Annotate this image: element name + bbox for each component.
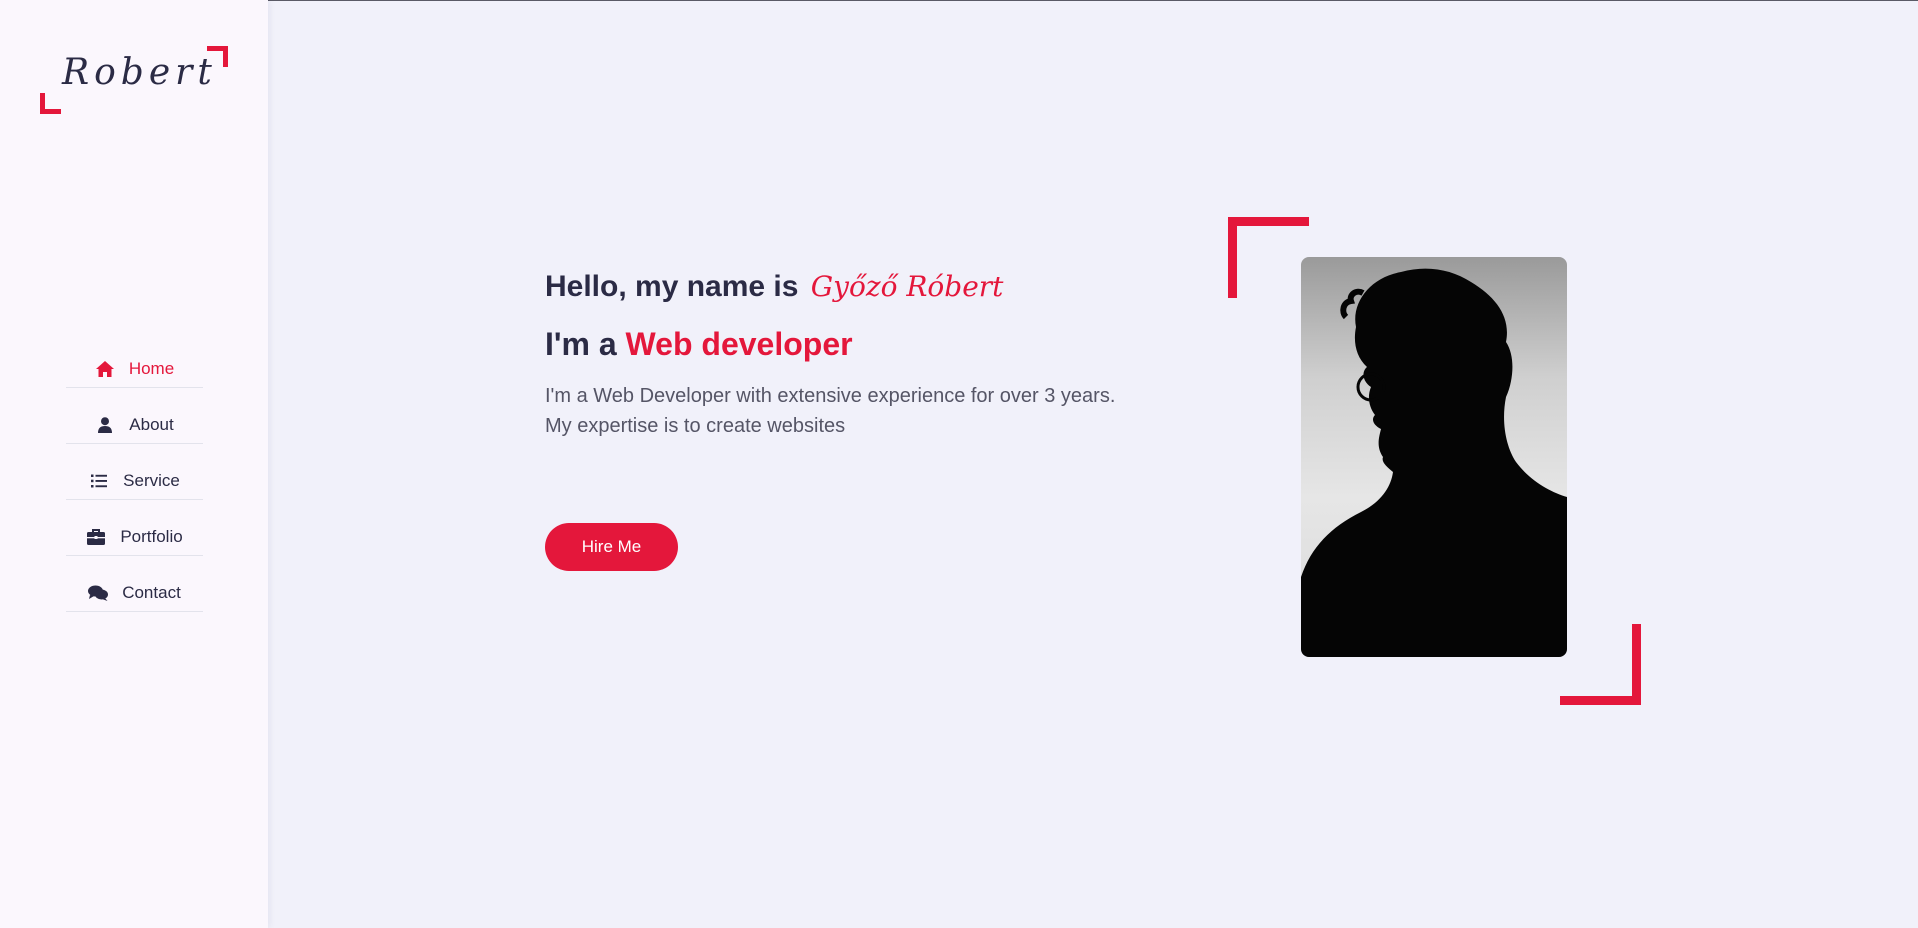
briefcase-icon bbox=[86, 527, 106, 547]
logo-bracket-bottom-left bbox=[40, 93, 61, 114]
role-title: Web developer bbox=[625, 326, 853, 362]
frame-corner-top-left bbox=[1228, 217, 1309, 298]
hire-me-button[interactable]: Hire Me bbox=[545, 523, 678, 571]
comments-icon bbox=[88, 583, 109, 603]
sidebar-item-service[interactable]: Service bbox=[66, 463, 203, 500]
sidebar-item-label: About bbox=[129, 415, 174, 434]
logo[interactable]: Robert bbox=[40, 46, 230, 114]
logo-text: Robert bbox=[62, 52, 217, 93]
description-line: My expertise is to create websites bbox=[545, 415, 846, 437]
sidebar-item-label: Portfolio bbox=[120, 527, 183, 546]
profile-photo bbox=[1301, 257, 1567, 657]
hero-section: Hello, my name is Győző Róbert I'm a Web… bbox=[545, 270, 1205, 441]
sidebar-nav: Home About Service Portfolio Contact bbox=[66, 351, 203, 631]
sidebar-item-contact[interactable]: Contact bbox=[66, 575, 203, 612]
greeting-prefix: Hello, my name is bbox=[545, 270, 807, 303]
sidebar: Robert Home About Service Portfolio Cont… bbox=[0, 0, 268, 928]
silhouette-image bbox=[1301, 268, 1567, 657]
profile-photo-frame bbox=[1228, 217, 1641, 705]
home-icon bbox=[95, 359, 115, 379]
greeting-heading: Hello, my name is Győző Róbert bbox=[545, 270, 1205, 304]
role-heading: I'm a Web developer bbox=[545, 326, 1205, 363]
sidebar-item-label: Contact bbox=[122, 583, 181, 602]
sidebar-item-home[interactable]: Home bbox=[66, 351, 203, 388]
sidebar-item-portfolio[interactable]: Portfolio bbox=[66, 519, 203, 556]
sidebar-item-label: Home bbox=[128, 359, 175, 378]
top-border bbox=[0, 0, 1918, 1]
frame-corner-bottom-right bbox=[1560, 624, 1641, 705]
owner-name: Győző Róbert bbox=[810, 270, 1004, 303]
user-icon bbox=[95, 415, 115, 435]
sidebar-item-label: Service bbox=[123, 471, 180, 490]
description-line: I'm a Web Developer with extensive exper… bbox=[545, 385, 1116, 407]
list-icon bbox=[89, 471, 109, 491]
sidebar-item-about[interactable]: About bbox=[66, 407, 203, 444]
hero-description: I'm a Web Developer with extensive exper… bbox=[545, 381, 1205, 441]
role-prefix: I'm a bbox=[545, 326, 626, 362]
